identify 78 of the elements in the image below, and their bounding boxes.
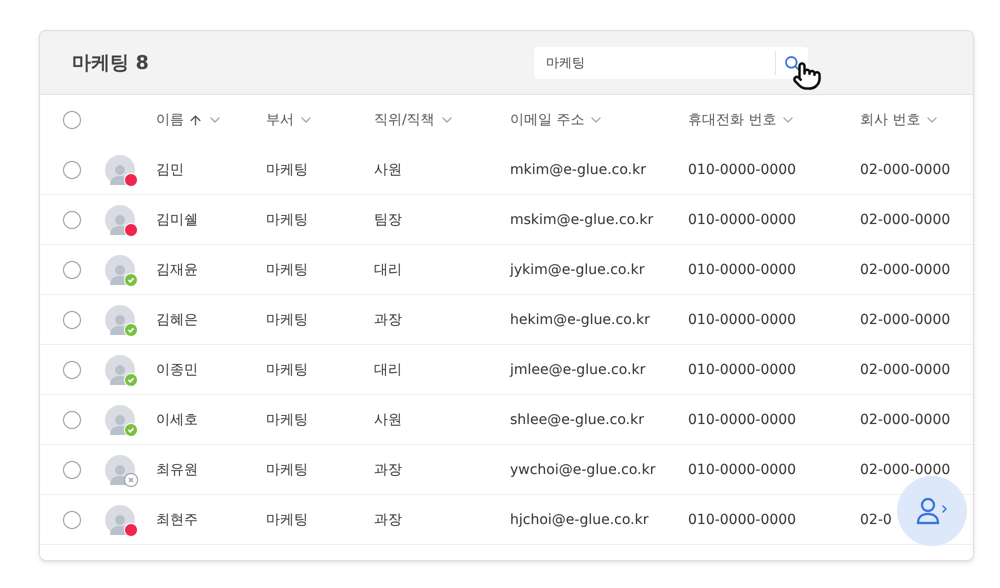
position-cell-text: 과장 bbox=[374, 460, 403, 478]
row-checkbox[interactable] bbox=[63, 410, 81, 428]
mobile-cell-text: 010-0000-0000 bbox=[688, 212, 798, 228]
column-header[interactable]: 이름 bbox=[156, 111, 266, 129]
department-cell-text: 마케팅 bbox=[266, 210, 309, 228]
mobile-cell-text: 010-0000-0000 bbox=[688, 162, 798, 178]
company-phone-cell-text: 02-000-0000 bbox=[860, 412, 952, 428]
department-cell-text: 마케팅 bbox=[266, 160, 309, 178]
column-label: 이메일 주소 bbox=[510, 111, 584, 129]
company-phone-cell-text: 02-000-0000 bbox=[860, 312, 952, 328]
email-cell-text: shlee@e-glue.co.kr bbox=[510, 412, 645, 428]
email-cell-text: mkim@e-glue.co.kr bbox=[510, 162, 647, 178]
position-cell-text: 사원 bbox=[374, 410, 403, 428]
mobile-cell-text: 010-0000-0000 bbox=[688, 412, 798, 428]
row-checkbox[interactable] bbox=[63, 510, 81, 528]
column-label: 부서 bbox=[266, 111, 294, 129]
row-checkbox[interactable] bbox=[63, 260, 81, 278]
mobile-cell-text: 010-0000-0000 bbox=[688, 312, 798, 328]
row-checkbox[interactable] bbox=[63, 460, 81, 478]
contact-row[interactable]: 김민 마케팅 사원 mkim@e-glue.co.kr 010-0000-0000 02-000-0000 bbox=[40, 145, 973, 195]
email-cell-text: mskim@e-glue.co.kr bbox=[510, 212, 654, 228]
column-header[interactable]: 회사 번호 bbox=[860, 111, 973, 129]
mobile-cell-text: 010-0000-0000 bbox=[688, 462, 798, 478]
contact-row[interactable]: 이종민 마케팅 대리 jmlee@e-glue.co.kr 010-0000-0000 02-000-0000 bbox=[40, 345, 973, 395]
row-checkbox[interactable] bbox=[63, 360, 81, 378]
position-cell-text: 과장 bbox=[374, 310, 403, 328]
row-checkbox[interactable] bbox=[63, 160, 81, 178]
column-header[interactable]: 휴대전화 번호 bbox=[688, 111, 860, 129]
department-cell-text: 마케팅 bbox=[266, 260, 309, 278]
column-header[interactable]: 부서 bbox=[266, 111, 374, 129]
company-phone-cell-text: 02-000-0000 bbox=[860, 162, 952, 178]
position-cell-text: 대리 bbox=[374, 360, 403, 378]
position-cell-text: 대리 bbox=[374, 260, 403, 278]
column-label: 휴대전화 번호 bbox=[688, 111, 776, 129]
name-cell-text: 김민 bbox=[156, 160, 185, 178]
column-header[interactable]: 직위/직책 bbox=[374, 111, 510, 129]
company-phone-cell-text: 02-000-0000 bbox=[860, 212, 952, 228]
column-header[interactable]: 이메일 주소 bbox=[510, 111, 688, 129]
name-cell-text: 최현주 bbox=[156, 510, 199, 528]
email-cell-text: jykim@e-glue.co.kr bbox=[510, 262, 646, 278]
contact-row[interactable]: 김혜은 마케팅 과장 hekim@e-glue.co.kr 010-0000-0000 02-000-0000 bbox=[40, 295, 973, 345]
column-label: 직위/직책 bbox=[374, 111, 435, 129]
department-cell-text: 마케팅 bbox=[266, 460, 309, 478]
email-cell-text: jmlee@e-glue.co.kr bbox=[510, 362, 646, 378]
name-cell-text: 이세호 bbox=[156, 410, 199, 428]
mobile-cell-text: 010-0000-0000 bbox=[688, 262, 798, 278]
company-phone-cell-text: 02-000-0000 bbox=[860, 262, 952, 278]
department-cell-text: 마케팅 bbox=[266, 510, 309, 528]
position-cell-text: 팀장 bbox=[374, 210, 403, 228]
company-phone-cell-text: 02-000-0000 bbox=[860, 362, 952, 378]
contact-row[interactable]: 김재윤 마케팅 대리 jykim@e-glue.co.kr 010-0000-0000 02-000-0000 bbox=[40, 245, 973, 295]
mobile-cell-text: 010-0000-0000 bbox=[688, 512, 798, 528]
column-label: 회사 번호 bbox=[860, 111, 920, 129]
select-all-checkbox[interactable] bbox=[63, 111, 81, 129]
name-cell-text: 김재윤 bbox=[156, 260, 199, 278]
name-cell-text: 김미쉘 bbox=[156, 210, 199, 228]
row-checkbox[interactable] bbox=[63, 210, 81, 228]
position-cell-text: 과장 bbox=[374, 510, 403, 528]
email-cell-text: hjchoi@e-glue.co.kr bbox=[510, 512, 650, 528]
name-cell-text: 김혜은 bbox=[156, 310, 199, 328]
name-cell-text: 이종민 bbox=[156, 360, 199, 378]
company-phone-cell-text: 02-000-0000 bbox=[860, 462, 952, 478]
department-cell-text: 마케팅 bbox=[266, 410, 309, 428]
list-title: 마케팅 8 bbox=[72, 50, 150, 76]
contact-row[interactable]: 김미쉘 마케팅 팀장 mskim@e-glue.co.kr 010-0000-0000 02-000-0000 bbox=[40, 195, 973, 245]
hand-pointer-icon bbox=[792, 61, 822, 91]
person-arrow-icon bbox=[915, 496, 949, 526]
contact-row[interactable]: 이세호 마케팅 사원 shlee@e-glue.co.kr 010-0000-0000 02-000-0000 bbox=[40, 395, 973, 445]
email-cell-text: hekim@e-glue.co.kr bbox=[510, 312, 651, 328]
name-cell-text: 최유원 bbox=[156, 460, 199, 478]
department-cell-text: 마케팅 bbox=[266, 360, 309, 378]
email-cell-text: ywchoi@e-glue.co.kr bbox=[510, 462, 656, 478]
department-cell-text: 마케팅 bbox=[266, 310, 309, 328]
mobile-cell-text: 010-0000-0000 bbox=[688, 362, 798, 378]
column-label: 이름 bbox=[156, 111, 184, 129]
position-cell-text: 사원 bbox=[374, 160, 403, 178]
row-checkbox[interactable] bbox=[63, 310, 81, 328]
company-phone-cell-text: 02-0 bbox=[860, 512, 893, 528]
